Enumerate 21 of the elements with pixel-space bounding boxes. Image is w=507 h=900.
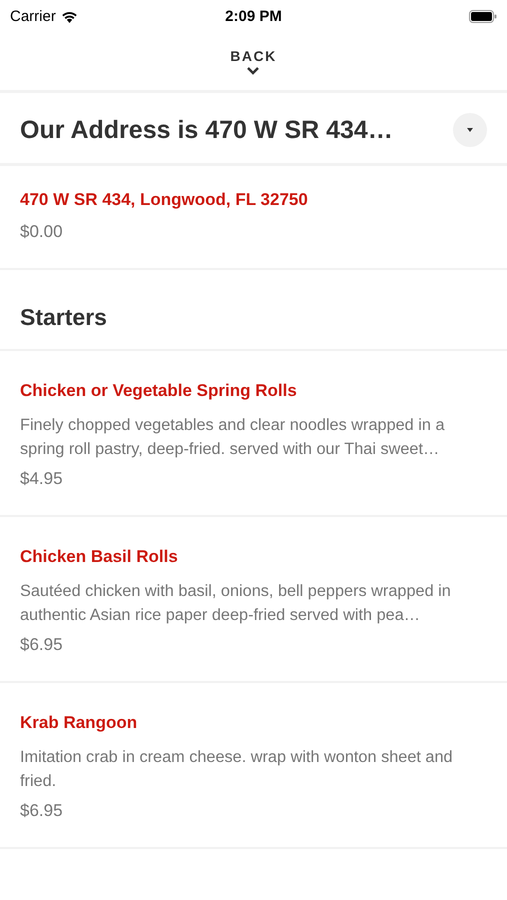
location-price: $0.00 (20, 222, 64, 242)
item-name[interactable]: Krab Rangoon (20, 713, 487, 733)
item-price: $6.95 (20, 635, 64, 655)
clock-time: 2:09 PM (225, 8, 282, 24)
section-title: Starters (0, 270, 507, 351)
wifi-icon (60, 10, 78, 22)
chevron-down-icon (246, 66, 260, 76)
item-name[interactable]: Chicken Basil Rolls (20, 547, 487, 567)
back-button[interactable]: BACK (230, 48, 277, 76)
item-description: Imitation crab in cream cheese. wrap with wonton sheet and fried. (20, 747, 454, 792)
address-link[interactable]: 470 W SR 434, Longwood, FL 32750 (20, 190, 487, 210)
item-description: Sautéed chicken with basil, onions, bell peppers wrapped in authentic Asian rice paper deep-fried served with pea… (20, 581, 452, 626)
item-price: $4.95 (20, 469, 64, 489)
battery-icon (469, 10, 498, 22)
dropdown-button[interactable] (453, 113, 487, 147)
caret-icon (465, 127, 475, 133)
item-price: $6.95 (20, 801, 64, 821)
carrier-name: Carrier (10, 8, 56, 24)
item-description: Finely chopped vegetables and clear noodles wrapped in a spring roll pastry, deep-fried. served with our Thai sweet… (20, 415, 446, 460)
page-title: Our Address is 470 W SR 434… (20, 116, 393, 144)
item-name[interactable]: Chicken or Vegetable Spring Rolls (20, 381, 487, 401)
